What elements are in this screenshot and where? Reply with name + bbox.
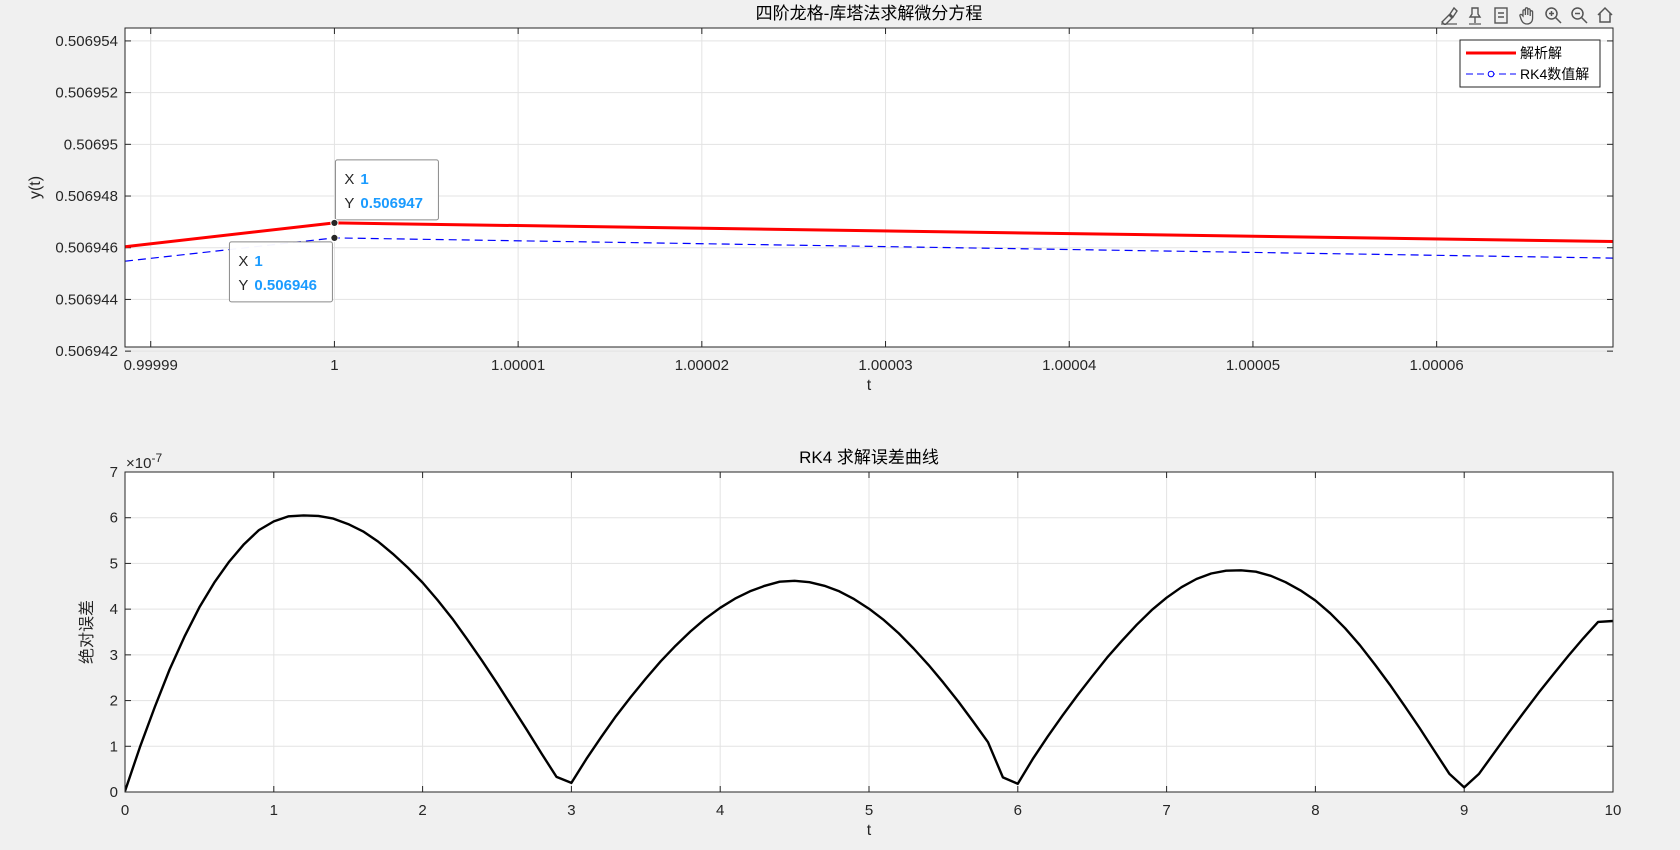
x-tick-label: 1.00006 <box>1410 357 1464 374</box>
x-tick-label: 9 <box>1460 802 1468 819</box>
y-tick-label: 4 <box>110 601 118 618</box>
x-axis-label: t <box>867 377 872 394</box>
y-axis-label: 绝对误差 <box>77 600 96 664</box>
x-tick-label: 1.00005 <box>1226 357 1280 374</box>
x-tick-label: 1 <box>330 357 338 374</box>
datatip-marker <box>330 218 339 228</box>
datatip-marker <box>330 233 339 243</box>
figure: 0.99999 1 1.00001 1.00002 1.00003 1.00004 1.00… <box>27 4 1621 839</box>
datatip-x-label: X <box>344 171 354 188</box>
x-tick-label: 2 <box>418 802 426 819</box>
y-tick-label: 0.506944 <box>55 291 118 308</box>
plot-2: 0 1 2 3 4 5 6 7 8 9 10 0 1 2 3 4 5 6 7 RK4 求解误差曲线 t 绝对误差 ×10-7 <box>77 448 1621 839</box>
x-tick-label: 6 <box>1014 802 1022 819</box>
x-tick-label: 0.99999 <box>124 357 178 374</box>
y-tick-label: 0.506952 <box>55 85 118 102</box>
y-tick-label: 0.506946 <box>55 240 118 257</box>
x-tick-label: 10 <box>1605 802 1622 819</box>
y-tick-label: 0.50695 <box>64 136 118 153</box>
x-axis-label: t <box>867 822 872 839</box>
legend-label-rk4: RK4数值解 <box>1520 66 1589 82</box>
legend-marker-rk4 <box>1487 70 1495 78</box>
y-tick-label: 2 <box>110 693 118 710</box>
plot-1: 0.99999 1 1.00001 1.00002 1.00003 1.00004 1.00… <box>27 4 1614 394</box>
y-tick-label: 5 <box>110 555 118 572</box>
x-tick-label: 1.00003 <box>858 357 912 374</box>
x-tick-label: 8 <box>1311 802 1319 819</box>
x-tick-label: 3 <box>567 802 575 819</box>
datatip-x-value: 1 <box>254 253 262 270</box>
datatip-x-label: X <box>238 253 248 270</box>
y-tick-label: 6 <box>110 510 118 527</box>
y-tick-label: 0.506954 <box>55 33 118 50</box>
chart-title: RK4 求解误差曲线 <box>799 448 939 467</box>
x-tick-label: 1.00004 <box>1042 357 1096 374</box>
x-tick-label: 5 <box>865 802 873 819</box>
x-tick-label: 7 <box>1162 802 1170 819</box>
x-tick-label: 1.00002 <box>675 357 729 374</box>
x-tick-label: 1 <box>270 802 278 819</box>
datatip-y-label: Y <box>238 277 248 294</box>
x-tick-label: 1.00001 <box>491 357 545 374</box>
datatip-y-value: 0.506946 <box>254 277 317 294</box>
datatip-y-value: 0.506947 <box>360 195 423 212</box>
y-tick-label: 3 <box>110 647 118 664</box>
y-tick-label: 0 <box>110 784 118 801</box>
y-tick-label: 0.506942 <box>55 343 118 360</box>
datatip-x-value: 1 <box>360 171 368 188</box>
x-tick-label: 4 <box>716 802 724 819</box>
y-axis-label: y(t) <box>27 176 44 199</box>
datatip-y-label: Y <box>344 195 354 212</box>
y-tick-label: 7 <box>110 464 118 481</box>
x-tick-label: 0 <box>121 802 129 819</box>
y-tick-label: 1 <box>110 738 118 755</box>
legend-label-analytic: 解析解 <box>1520 46 1562 62</box>
chart-title: 四阶龙格-库塔法求解微分方程 <box>756 4 983 24</box>
y-tick-label: 0.506948 <box>55 188 118 205</box>
y-exponent-label: ×10-7 <box>126 451 162 472</box>
